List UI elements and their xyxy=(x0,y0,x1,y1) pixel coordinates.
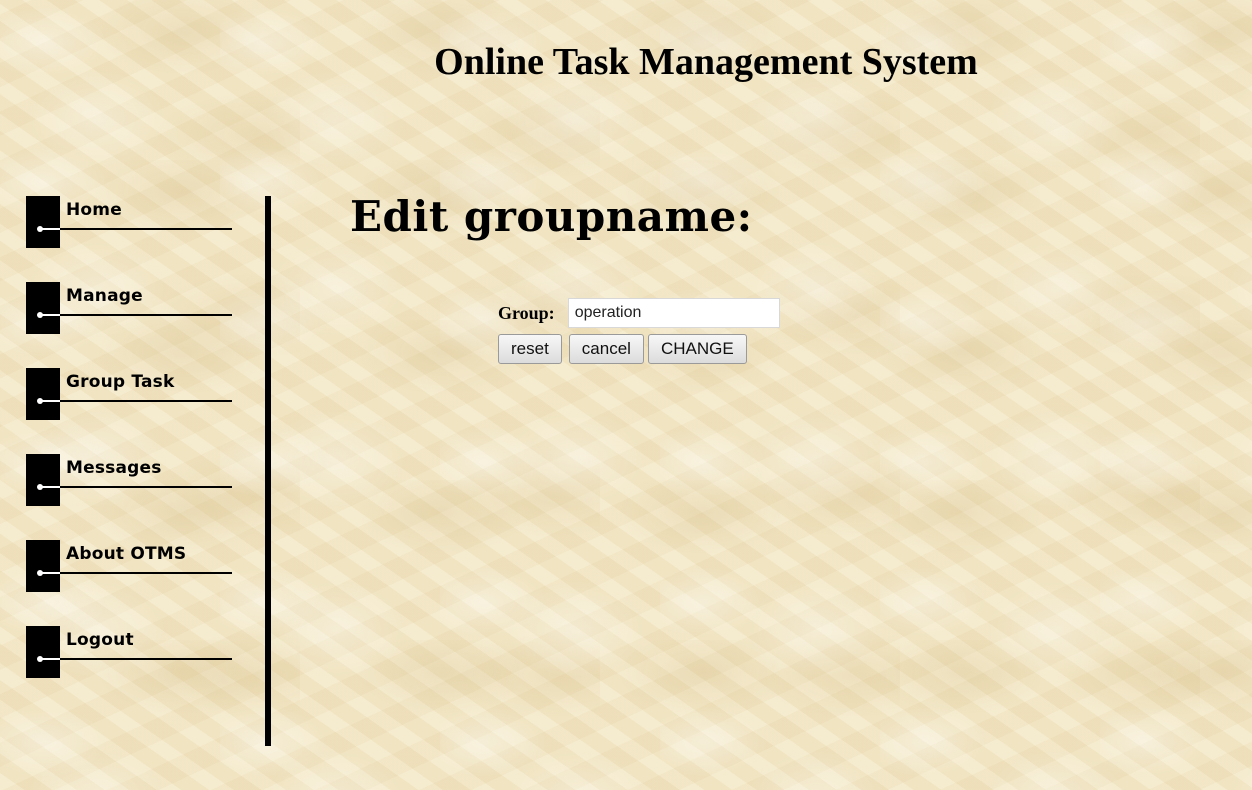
nav-underline xyxy=(40,228,232,230)
change-button[interactable]: CHANGE xyxy=(647,334,747,364)
nav-bullet-icon xyxy=(26,196,60,248)
sidebar-item-home[interactable]: Home xyxy=(26,196,246,248)
group-name-input[interactable] xyxy=(567,298,780,328)
page-frame: Online Task Management System Home Manag… xyxy=(6,6,1246,784)
sidebar-item-label[interactable]: Home xyxy=(66,200,122,220)
nav-bullet-icon xyxy=(26,626,60,678)
cancel-button[interactable]: cancel xyxy=(568,334,644,364)
nav-bullet-icon xyxy=(26,282,60,334)
nav-bullet-icon xyxy=(26,540,60,592)
vertical-divider xyxy=(265,196,271,746)
reset-button[interactable]: reset xyxy=(498,334,562,364)
site-title: Online Task Management System xyxy=(434,41,978,83)
nav-underline xyxy=(40,400,232,402)
group-label: Group: xyxy=(498,302,555,323)
nav-underline xyxy=(40,314,232,316)
sidebar-item-label[interactable]: Manage xyxy=(66,286,143,306)
sidebar-item-logout[interactable]: Logout xyxy=(26,626,246,678)
sidebar-item-about[interactable]: About OTMS xyxy=(26,540,246,592)
page-heading: Edit groupname: xyxy=(350,192,753,241)
sidebar-nav: Home Manage Group Task Messages About OT… xyxy=(26,196,246,712)
nav-bullet-icon xyxy=(26,368,60,420)
sidebar-item-label[interactable]: Messages xyxy=(66,458,162,478)
group-row: Group: xyxy=(498,296,780,330)
edit-group-form: Group: reset cancel CHANGE xyxy=(498,296,780,364)
sidebar-item-label[interactable]: Group Task xyxy=(66,372,175,392)
nav-underline xyxy=(40,658,232,660)
sidebar-item-group-task[interactable]: Group Task xyxy=(26,368,246,420)
nav-bullet-icon xyxy=(26,454,60,506)
sidebar-item-manage[interactable]: Manage xyxy=(26,282,246,334)
button-row: reset cancel CHANGE xyxy=(498,334,780,364)
nav-underline xyxy=(40,572,232,574)
sidebar-item-messages[interactable]: Messages xyxy=(26,454,246,506)
sidebar-item-label[interactable]: Logout xyxy=(66,630,134,650)
sidebar-item-label[interactable]: About OTMS xyxy=(66,544,186,564)
nav-underline xyxy=(40,486,232,488)
